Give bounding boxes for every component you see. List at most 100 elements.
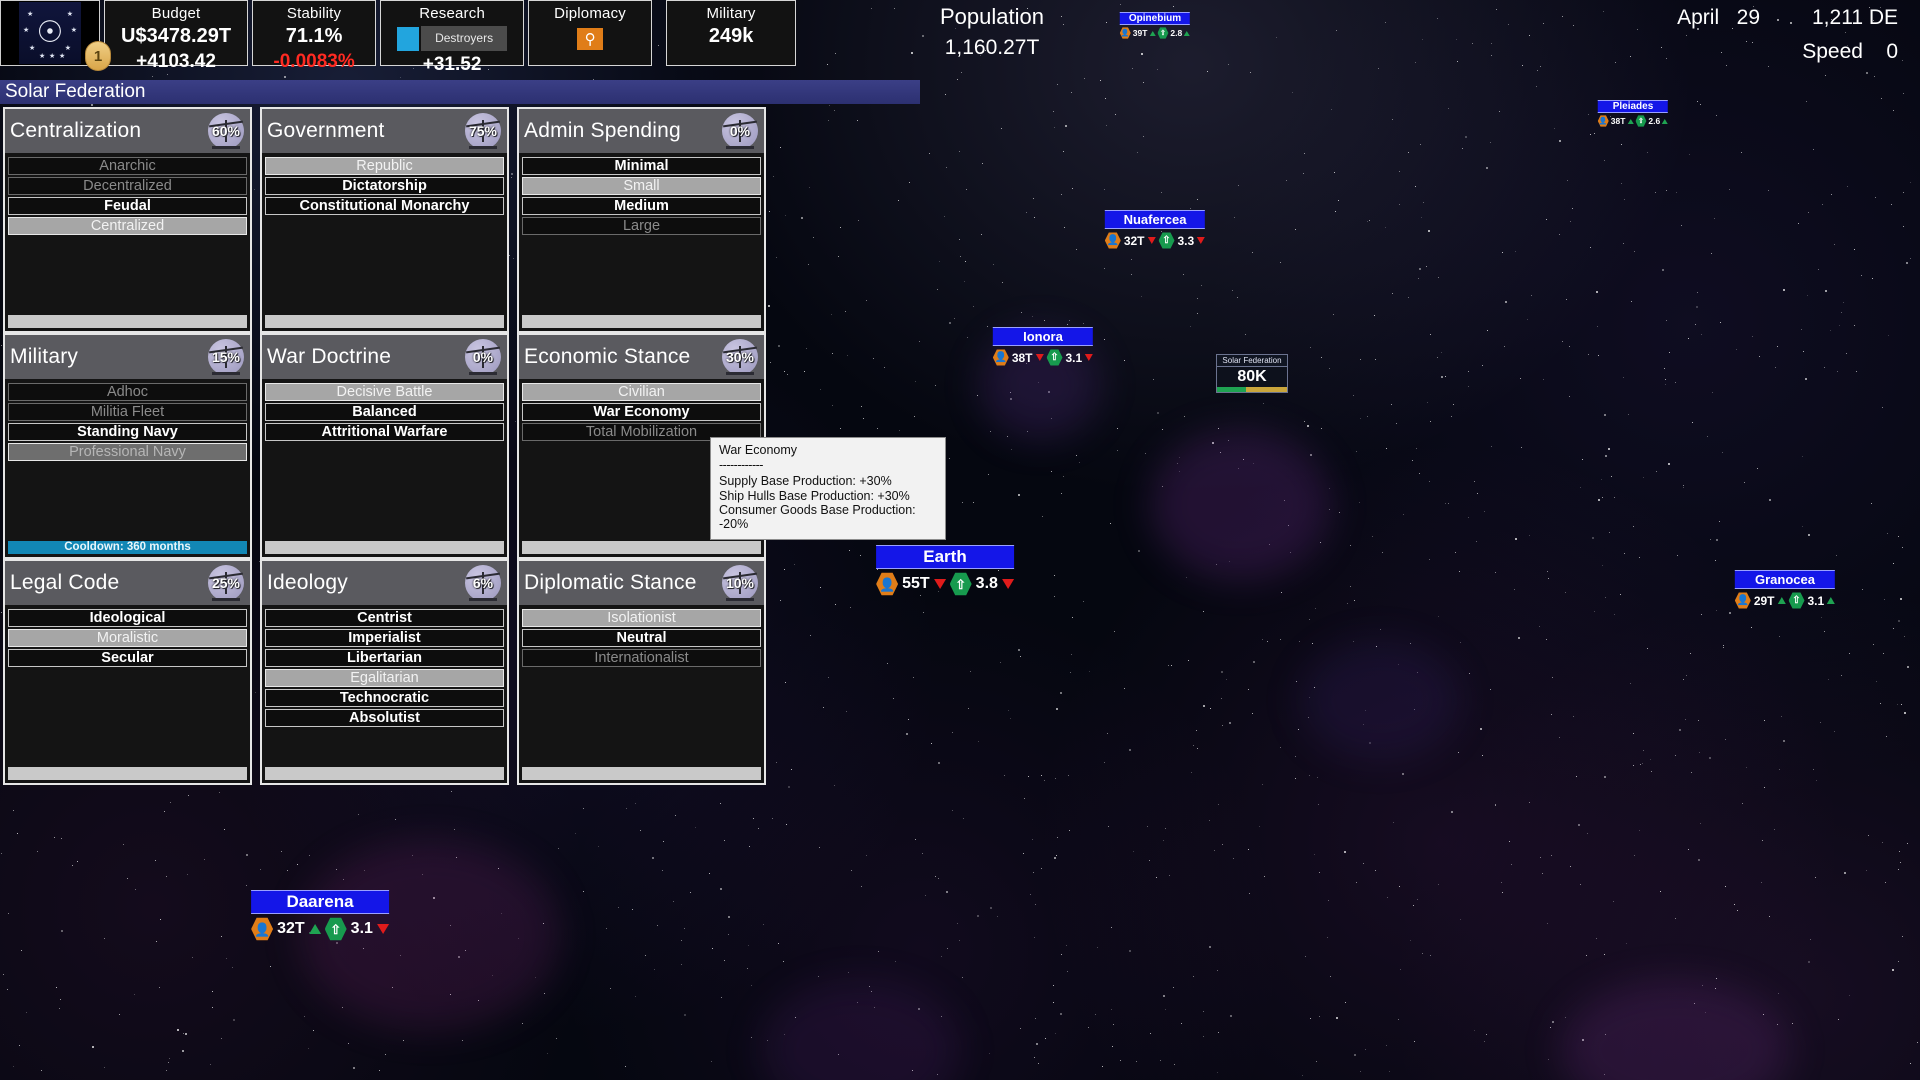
budget-delta: +4103.42 bbox=[136, 51, 216, 72]
policy-option[interactable]: Moralistic bbox=[8, 629, 247, 647]
pop-trend-up-icon bbox=[1149, 30, 1156, 36]
policy-card-footer bbox=[265, 315, 504, 328]
capital-name: Solar Federation bbox=[1216, 354, 1288, 367]
marker-stats: 👤 32T ⇧ 3.1 bbox=[251, 917, 389, 941]
research-stat[interactable]: Research Destroyers +31.52 bbox=[380, 0, 525, 75]
policy-option[interactable]: Decisive Battle bbox=[265, 383, 504, 401]
policy-card-footer bbox=[8, 767, 247, 780]
policy-option[interactable]: Centrist bbox=[265, 609, 504, 627]
marker-growth: 3.3 bbox=[1177, 233, 1195, 248]
map-marker-earth[interactable]: Earth 👤 55T ⇧ 3.8 bbox=[876, 545, 1014, 596]
policy-option[interactable]: Minimal bbox=[522, 157, 761, 175]
growth-trend-up-icon bbox=[1827, 597, 1836, 604]
policy-options-list: Anarchic Decentralized Feudal Centralized bbox=[5, 153, 250, 235]
policy-card-footer bbox=[522, 315, 761, 328]
policy-percent: 6% bbox=[472, 575, 494, 591]
faction-title: Solar Federation bbox=[5, 81, 146, 102]
research-delta: +31.52 bbox=[422, 54, 482, 75]
policy-title: War Doctrine bbox=[267, 345, 392, 368]
policy-option[interactable]: Neutral bbox=[522, 629, 761, 647]
policy-option[interactable]: Isolationist bbox=[522, 609, 761, 627]
policy-option[interactable]: Secular bbox=[8, 649, 247, 667]
policy-option: Adhoc bbox=[8, 383, 247, 401]
map-marker-granocea[interactable]: Granocea 👤 29T ⇧ 3.1 bbox=[1734, 570, 1836, 609]
capital-progress-bar bbox=[1216, 387, 1288, 393]
policy-option[interactable]: Civilian bbox=[522, 383, 761, 401]
policy-title: Admin Spending bbox=[524, 119, 681, 142]
marker-growth: 2.6 bbox=[1648, 116, 1661, 126]
capital-system-marker[interactable]: Solar Federation 80K bbox=[1216, 354, 1288, 393]
marker-name: Ionora bbox=[992, 327, 1094, 346]
tooltip-line: Supply Base Production: +30% bbox=[719, 474, 892, 488]
policy-option[interactable]: Absolutist bbox=[265, 709, 504, 727]
policy-option: Anarchic bbox=[8, 157, 247, 175]
policy-percent: 0% bbox=[472, 349, 494, 365]
policy-option[interactable]: Egalitarian bbox=[265, 669, 504, 687]
policy-card-centralization: Centralization 60% Anarchic Decentralized Fe… bbox=[3, 107, 252, 333]
stability-value: 71.1% bbox=[285, 25, 343, 47]
scale-balance-icon: 0% bbox=[720, 111, 760, 151]
scale-balance-icon: 15% bbox=[206, 337, 246, 377]
policy-option[interactable]: Imperialist bbox=[265, 629, 504, 647]
policy-card-header: Admin Spending 0% bbox=[519, 109, 764, 153]
map-marker-nuafercea[interactable]: Nuafercea 👤 32T ⇧ 3.3 bbox=[1104, 210, 1206, 249]
policy-title: Diplomatic Stance bbox=[524, 571, 697, 594]
faction-flag-button[interactable]: ☉ ★ ★ ★ ★ ★ ★ ★ ★ ★ 1 bbox=[0, 0, 111, 71]
policy-card-admin-spending: Admin Spending 0% Minimal Small Medium Large bbox=[517, 107, 766, 333]
growth-icon: ⇧ bbox=[324, 917, 347, 941]
map-marker-daarena[interactable]: Daarena 👤 32T ⇧ 3.1 bbox=[251, 890, 389, 941]
map-marker-ionora[interactable]: Ionora 👤 38T ⇧ 3.1 bbox=[992, 327, 1094, 366]
policy-title: Economic Stance bbox=[524, 345, 691, 368]
policy-option[interactable]: War Economy bbox=[522, 403, 761, 421]
policy-card-footer bbox=[8, 315, 247, 328]
date-year: 1,211 DE bbox=[1812, 6, 1898, 29]
policy-option[interactable]: Constitutional Monarchy bbox=[265, 197, 504, 215]
diplomacy-stat[interactable]: Diplomacy ⚲ bbox=[528, 0, 653, 66]
policy-option[interactable]: Centralized bbox=[8, 217, 247, 235]
policy-option[interactable]: Dictatorship bbox=[265, 177, 504, 195]
speed-readout[interactable]: Speed 0 bbox=[1677, 40, 1898, 64]
population-value: 1,160.27T bbox=[944, 36, 1040, 59]
population-label: Population bbox=[940, 4, 1044, 29]
policy-card-header: Centralization 60% bbox=[5, 109, 250, 153]
growth-trend-up-icon bbox=[1184, 30, 1191, 36]
policy-option[interactable]: Ideological bbox=[8, 609, 247, 627]
scale-balance-icon: 0% bbox=[463, 337, 503, 377]
date-day: 29 bbox=[1736, 6, 1760, 29]
growth-icon: ⇧ bbox=[1788, 592, 1805, 609]
tooltip-line: Ship Hulls Base Production: +30% bbox=[719, 488, 910, 503]
marker-population: 39T bbox=[1132, 28, 1148, 38]
population-readout: Population 1,160.27T bbox=[940, 4, 1044, 60]
policy-option[interactable]: Republic bbox=[265, 157, 504, 175]
stability-stat[interactable]: Stability 71.1% -0.0083% bbox=[252, 0, 377, 72]
map-marker-opinebium[interactable]: Opinebium 👤 39T ⇧ 2.8 bbox=[1119, 12, 1191, 39]
map-marker-pleiades[interactable]: Pleiades 👤 38T ⇧ 2.6 bbox=[1597, 100, 1669, 127]
population-icon: 👤 bbox=[1597, 115, 1609, 127]
policy-option[interactable]: Small bbox=[522, 177, 761, 195]
military-stat[interactable]: Military 249k bbox=[666, 0, 797, 66]
marker-name: Daarena bbox=[251, 890, 389, 914]
policy-option[interactable]: Medium bbox=[522, 197, 761, 215]
marker-growth: 3.8 bbox=[975, 575, 998, 592]
marker-population: 38T bbox=[1011, 350, 1033, 365]
marker-name: Opinebium bbox=[1119, 12, 1191, 25]
policy-option[interactable]: Balanced bbox=[265, 403, 504, 421]
marker-population: 32T bbox=[277, 920, 305, 937]
faction-flag: ☉ ★ ★ ★ ★ ★ ★ ★ ★ ★ bbox=[19, 2, 81, 64]
policy-percent: 10% bbox=[725, 575, 755, 591]
policy-option[interactable]: Technocratic bbox=[265, 689, 504, 707]
policy-option[interactable]: Feudal bbox=[8, 197, 247, 215]
policy-title: Centralization bbox=[10, 119, 142, 142]
marker-name: Granocea bbox=[1734, 570, 1836, 589]
policy-card-footer bbox=[265, 541, 504, 554]
population-icon: 👤 bbox=[992, 349, 1009, 366]
policy-option[interactable]: Attritional Warfare bbox=[265, 423, 504, 441]
capital-value: 80K bbox=[1216, 367, 1288, 387]
policy-card-footer bbox=[522, 767, 761, 780]
budget-value: U$3478.29T bbox=[121, 25, 232, 47]
budget-stat[interactable]: Budget U$3478.29T +4103.42 bbox=[104, 0, 249, 72]
policy-option[interactable]: Professional Navy bbox=[8, 443, 247, 461]
policy-option[interactable]: Standing Navy bbox=[8, 423, 247, 441]
policy-option[interactable]: Libertarian bbox=[265, 649, 504, 667]
research-current-project[interactable]: Destroyers bbox=[397, 26, 508, 51]
